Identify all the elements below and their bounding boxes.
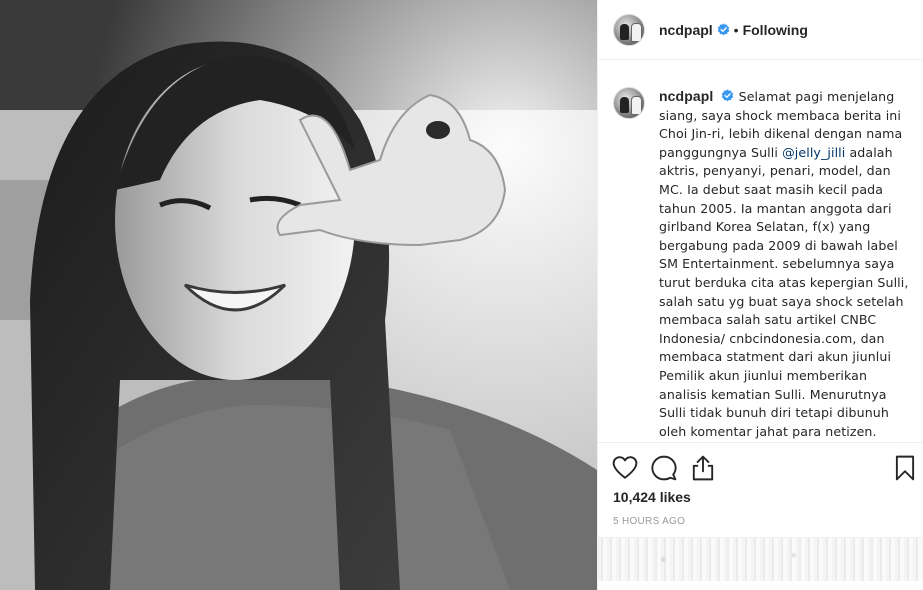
verified-badge-icon: [722, 89, 734, 102]
separator-dot: •: [733, 21, 739, 38]
post-timestamp[interactable]: 5 HOURS AGO: [613, 516, 685, 527]
post-header: ncdpapl • Following: [598, 0, 923, 60]
mention-link[interactable]: @jelly_jilli: [782, 145, 845, 160]
post-actions: 10,424 likes 5 HOURS AGO: [598, 442, 923, 581]
caption-scroll-area[interactable]: ncdpapl Selamat pagi menjelang siang, sa…: [598, 61, 923, 442]
verified-badge-icon: [717, 23, 729, 36]
bookmark-icon[interactable]: [892, 455, 918, 481]
caption-row: ncdpapl Selamat pagi menjelang siang, sa…: [613, 87, 910, 442]
caption-username[interactable]: ncdpapl: [659, 88, 713, 104]
post-photo[interactable]: [0, 0, 597, 590]
username-link[interactable]: ncdpapl: [659, 22, 713, 38]
add-comment-area[interactable]: [598, 537, 923, 581]
caption-avatar[interactable]: [613, 87, 645, 119]
caption-text: ncdpapl Selamat pagi menjelang siang, sa…: [659, 87, 910, 442]
comment-bubble-icon[interactable]: [651, 455, 677, 481]
post-sidebar: ncdpapl • Following ncdpapl Selamat pagi…: [597, 0, 923, 590]
heart-icon[interactable]: [612, 455, 638, 481]
caption-body-part2: adalah aktris, penyanyi, penari, model, …: [659, 144, 909, 439]
likes-count[interactable]: 10,424 likes: [613, 489, 691, 505]
selfie-image: [0, 0, 597, 590]
following-button[interactable]: Following: [743, 22, 808, 38]
avatar[interactable]: [613, 13, 645, 46]
share-icon[interactable]: [690, 455, 716, 481]
